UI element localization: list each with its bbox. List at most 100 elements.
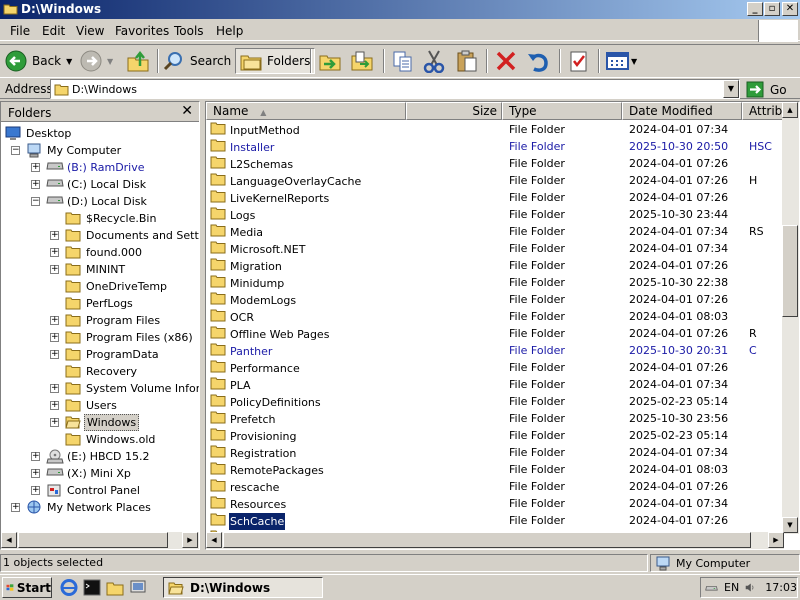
- delete-button[interactable]: [495, 48, 517, 74]
- tree-node[interactable]: + Documents and Settings: [1, 227, 199, 244]
- file-row[interactable]: Media File Folder 2024-04-01 07:34 RS: [206, 223, 784, 240]
- scroll-right-icon[interactable]: ▶: [768, 532, 784, 548]
- quick-launch-cmd-icon[interactable]: [83, 579, 101, 596]
- scroll-right-icon[interactable]: ▶: [182, 532, 198, 548]
- tree-node[interactable]: + Program Files: [1, 312, 199, 329]
- expand-icon[interactable]: +: [50, 231, 59, 240]
- expand-icon[interactable]: +: [31, 486, 40, 495]
- column-header-date[interactable]: Date Modified: [622, 102, 742, 120]
- tree-node[interactable]: PerfLogs: [1, 295, 199, 312]
- expand-icon[interactable]: +: [50, 333, 59, 342]
- speaker-icon[interactable]: [745, 581, 755, 594]
- menu-file[interactable]: File: [10, 24, 30, 38]
- up-folder-button[interactable]: [126, 48, 150, 74]
- column-header-name[interactable]: Name ▲: [206, 102, 406, 120]
- file-row[interactable]: LiveKernelReports File Folder 2024-04-01 0…: [206, 189, 784, 206]
- address-dropdown-icon[interactable]: ▼: [723, 80, 739, 98]
- menu-help[interactable]: Help: [216, 24, 243, 38]
- close-button[interactable]: ✕: [782, 2, 798, 16]
- expand-icon[interactable]: +: [11, 503, 20, 512]
- expand-icon[interactable]: +: [31, 452, 40, 461]
- folders-button[interactable]: Folders: [235, 48, 316, 74]
- paste-button[interactable]: [455, 48, 479, 74]
- views-button[interactable]: ▼: [606, 48, 637, 74]
- file-row[interactable]: Resources File Folder 2024-04-01 07:34: [206, 495, 784, 512]
- tree-node[interactable]: + MININT: [1, 261, 199, 278]
- column-header-attributes[interactable]: Attribut: [742, 102, 784, 120]
- tree-node[interactable]: + (X:) Mini Xp: [1, 465, 199, 482]
- scroll-down-icon[interactable]: ▼: [782, 517, 798, 533]
- file-row[interactable]: L2Schemas File Folder 2024-04-01 07:26: [206, 155, 784, 172]
- back-button[interactable]: Back ▼: [5, 48, 72, 74]
- tree-node[interactable]: + Users: [1, 397, 199, 414]
- file-row[interactable]: Provisioning File Folder 2025-02-23 05:14: [206, 427, 784, 444]
- file-row[interactable]: PLA File Folder 2024-04-01 07:34: [206, 376, 784, 393]
- tree-node[interactable]: − My Computer: [1, 142, 199, 159]
- file-row[interactable]: InputMethod File Folder 2024-04-01 07:34: [206, 121, 784, 138]
- cut-button[interactable]: [423, 48, 445, 74]
- expand-icon[interactable]: +: [50, 350, 59, 359]
- file-row[interactable]: Migration File Folder 2024-04-01 07:26: [206, 257, 784, 274]
- tree-node[interactable]: OneDriveTemp: [1, 278, 199, 295]
- file-row[interactable]: Offline Web Pages File Folder 2024-04-01 0…: [206, 325, 784, 342]
- collapse-icon[interactable]: −: [31, 197, 40, 206]
- expand-icon[interactable]: +: [50, 418, 59, 427]
- tree-node[interactable]: + ProgramData: [1, 346, 199, 363]
- expand-icon[interactable]: +: [31, 180, 40, 189]
- minimize-button[interactable]: _: [747, 2, 763, 16]
- tree-node[interactable]: $Recycle.Bin: [1, 210, 199, 227]
- close-icon[interactable]: ✕: [181, 103, 193, 119]
- file-row[interactable]: Panther File Folder 2025-10-30 20:31 C: [206, 342, 784, 359]
- file-row[interactable]: Logs File Folder 2025-10-30 23:44: [206, 206, 784, 223]
- expand-icon[interactable]: +: [50, 248, 59, 257]
- file-row[interactable]: Performance File Folder 2024-04-01 07:26: [206, 359, 784, 376]
- copy-button[interactable]: [391, 48, 415, 74]
- file-row[interactable]: Registration File Folder 2024-04-01 07:34: [206, 444, 784, 461]
- properties-button[interactable]: [568, 48, 590, 74]
- file-row[interactable]: OCR File Folder 2024-04-01 08:03: [206, 308, 784, 325]
- undo-button[interactable]: [526, 48, 550, 74]
- drive-icon[interactable]: [705, 582, 718, 594]
- tree-node[interactable]: + Windows: [1, 414, 199, 431]
- file-row[interactable]: Installer File Folder 2025-10-30 20:50 HSC: [206, 138, 784, 155]
- language-indicator[interactable]: EN: [724, 581, 739, 594]
- expand-icon[interactable]: +: [50, 316, 59, 325]
- scroll-thumb[interactable]: [223, 532, 751, 548]
- tree-node[interactable]: + Program Files (x86): [1, 329, 199, 346]
- expand-icon[interactable]: +: [31, 469, 40, 478]
- file-row[interactable]: LanguageOverlayCache File Folder 2024-04-0…: [206, 172, 784, 189]
- scroll-left-icon[interactable]: ◀: [1, 532, 17, 548]
- expand-icon[interactable]: +: [50, 401, 59, 410]
- file-row[interactable]: SchCache File Folder 2024-04-01 07:26: [206, 512, 784, 530]
- forward-button[interactable]: ▼: [80, 48, 113, 74]
- file-row[interactable]: PolicyDefinitions File Folder 2025-02-23 0…: [206, 393, 784, 410]
- quick-launch-ie-icon[interactable]: [60, 579, 78, 596]
- file-list-horizontal-scrollbar[interactable]: ◀ ▶: [206, 532, 784, 549]
- expand-icon[interactable]: +: [50, 384, 59, 393]
- file-row[interactable]: RemotePackages File Folder 2024-04-01 08:0…: [206, 461, 784, 478]
- maximize-button[interactable]: ▫: [764, 2, 780, 16]
- file-row[interactable]: Prefetch File Folder 2025-10-30 23:56: [206, 410, 784, 427]
- copy-to-button[interactable]: [350, 48, 374, 74]
- expand-icon[interactable]: +: [31, 163, 40, 172]
- file-row[interactable]: rescache File Folder 2024-04-01 07:26: [206, 478, 784, 495]
- start-button[interactable]: Start: [2, 577, 52, 598]
- file-row[interactable]: Minidump File Folder 2025-10-30 22:38: [206, 274, 784, 291]
- menu-favorites[interactable]: Favorites: [115, 24, 169, 38]
- column-header-type[interactable]: Type: [502, 102, 622, 120]
- taskbar-window-button[interactable]: D:\Windows: [163, 577, 323, 598]
- tree-node[interactable]: Recovery: [1, 363, 199, 380]
- collapse-icon[interactable]: −: [11, 146, 20, 155]
- tree-node[interactable]: + found.000: [1, 244, 199, 261]
- search-button[interactable]: Search: [163, 48, 231, 74]
- address-input[interactable]: D:\Windows ▼: [50, 79, 740, 99]
- menu-view[interactable]: View: [76, 24, 104, 38]
- menu-edit[interactable]: Edit: [42, 24, 65, 38]
- move-to-button[interactable]: [318, 48, 342, 74]
- file-row[interactable]: Microsoft.NET File Folder 2024-04-01 07:34: [206, 240, 784, 257]
- scroll-thumb[interactable]: [18, 532, 168, 548]
- tree-node[interactable]: + System Volume Information: [1, 380, 199, 397]
- tree-node[interactable]: Desktop: [1, 125, 199, 142]
- scroll-up-icon[interactable]: ▲: [782, 102, 798, 118]
- expand-icon[interactable]: +: [50, 265, 59, 274]
